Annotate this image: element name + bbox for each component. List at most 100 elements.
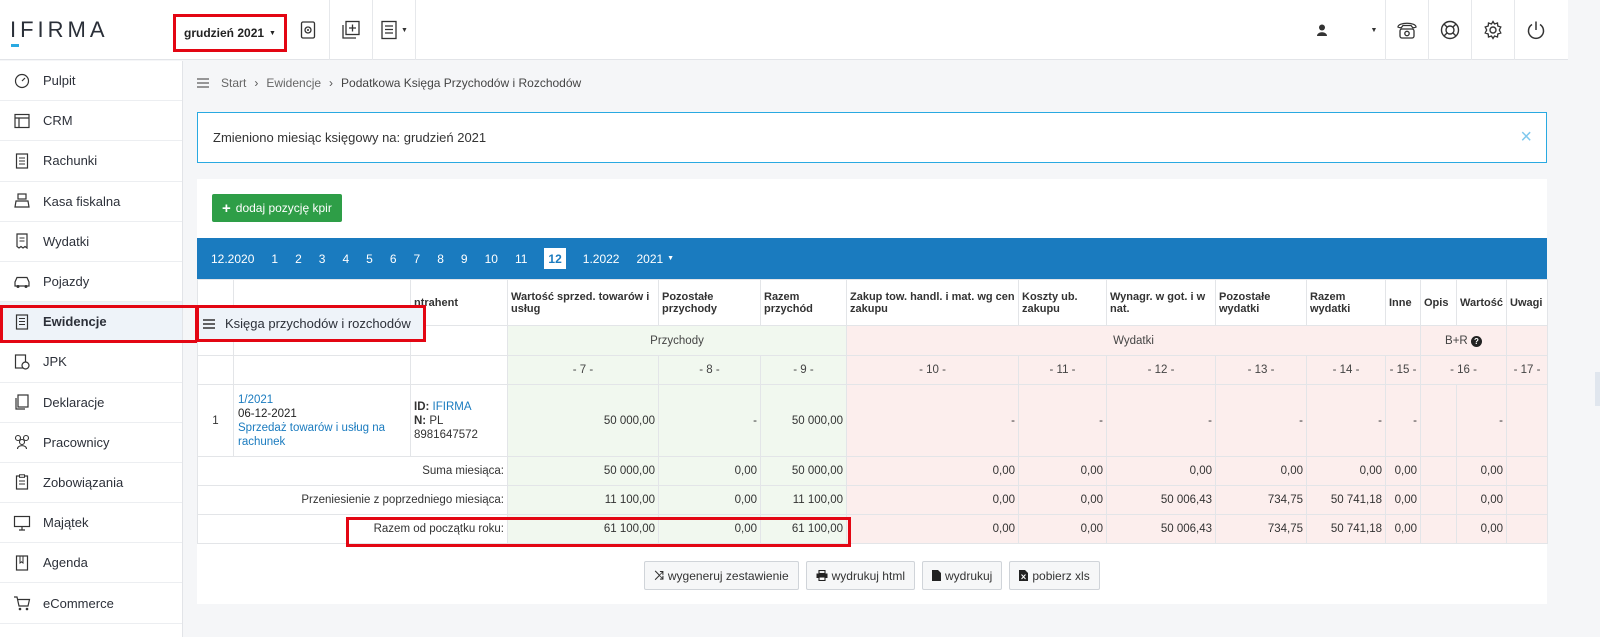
col-number-13: - 13 - bbox=[1215, 355, 1307, 385]
month-5[interactable]: 5 bbox=[366, 248, 373, 269]
row-id-value[interactable]: IFIRMA bbox=[433, 401, 472, 413]
year-selector[interactable]: 2021 ▼ bbox=[636, 248, 674, 269]
sum-c10: 0,00 bbox=[846, 456, 1019, 486]
breadcrumb-ewidencje[interactable]: Ewidencje bbox=[266, 76, 321, 90]
section-br-label: B+R bbox=[1445, 334, 1468, 347]
shuffle-icon: ⤨ bbox=[654, 568, 664, 582]
section-przychody: Przychody bbox=[507, 325, 847, 356]
sidebar-item-deklaracje[interactable]: Deklaracje bbox=[0, 383, 182, 423]
lifebuoy-icon bbox=[1440, 20, 1460, 40]
month-3[interactable]: 3 bbox=[319, 248, 326, 269]
breadcrumb: Start › Ewidencje › Podatkowa Księga Prz… bbox=[197, 76, 581, 90]
sidebar-item-pojazdy[interactable]: Pojazdy bbox=[0, 262, 182, 303]
sidebar-item-zobowiazania[interactable]: Zobowiązania bbox=[0, 463, 182, 504]
sidebar-item-ewidencje[interactable]: Ewidencje bbox=[0, 302, 198, 344]
user-menu[interactable]: ▼ bbox=[1310, 0, 1384, 60]
layout-icon bbox=[0, 113, 43, 129]
cart-icon bbox=[0, 595, 43, 611]
accounting-month-selector[interactable]: grudzień 2021 ▼ bbox=[173, 14, 287, 52]
row-description-link[interactable]: Sprzedaż towarów i usług na rachunek bbox=[238, 421, 407, 449]
row-c8: - bbox=[658, 384, 761, 457]
hamburger-menu-icon[interactable] bbox=[197, 78, 209, 88]
sum-c9: 11 100,00 bbox=[760, 485, 847, 515]
sum-c13: 734,75 bbox=[1215, 485, 1307, 515]
section-br: B+R ? bbox=[1420, 325, 1507, 356]
sum-c8: 0,00 bbox=[658, 456, 761, 486]
settlement-button[interactable] bbox=[287, 0, 330, 60]
page-scrollbar[interactable] bbox=[1595, 372, 1600, 406]
sum-c12: 50 006,43 bbox=[1106, 485, 1216, 515]
phone-button[interactable] bbox=[1385, 0, 1428, 60]
month-prev-year[interactable]: 12.2020 bbox=[211, 248, 254, 269]
sum-c7: 11 100,00 bbox=[507, 485, 659, 515]
kpir-panel: + dodaj pozycję kpir 12.2020 1 2 3 4 5 6… bbox=[197, 179, 1548, 604]
col-number-12: - 12 - bbox=[1106, 355, 1216, 385]
sidebar-item-crm[interactable]: CRM bbox=[0, 101, 182, 142]
sum-c14: 50 741,18 bbox=[1306, 485, 1386, 515]
month-4[interactable]: 4 bbox=[342, 248, 349, 269]
sidebar-item-label: Pulpit bbox=[43, 73, 76, 89]
table-row[interactable]: 1 1/2021 06-12-2021 Sprzedaż towarów i u… bbox=[197, 384, 1548, 457]
breadcrumb-start[interactable]: Start bbox=[221, 76, 246, 90]
month-8[interactable]: 8 bbox=[437, 248, 444, 269]
chevron-right-icon: › bbox=[254, 76, 259, 90]
col-number-11: - 11 - bbox=[1018, 355, 1107, 385]
sidebar-item-rachunki[interactable]: Rachunki bbox=[0, 141, 182, 182]
sidebar-item-jpk[interactable]: JPK bbox=[0, 342, 182, 383]
help-button[interactable] bbox=[1428, 0, 1471, 60]
month-6[interactable]: 6 bbox=[390, 248, 397, 269]
sidebar-item-pulpit[interactable]: Pulpit bbox=[0, 61, 182, 102]
sum-c15: 0,00 bbox=[1385, 456, 1421, 486]
file-icon bbox=[931, 570, 941, 581]
sum-c13: 734,75 bbox=[1215, 514, 1307, 544]
sidebar-item-majatek[interactable]: Majątek bbox=[0, 503, 182, 544]
sum-c16: 0,00 bbox=[1456, 514, 1507, 544]
people-icon bbox=[0, 434, 43, 450]
month-11[interactable]: 11 bbox=[515, 248, 527, 269]
sidebar-item-label: Zobowiązania bbox=[43, 474, 124, 490]
ifirma-logo[interactable]: IFIRMA bbox=[10, 17, 109, 47]
ewidencje-submenu-kpir[interactable]: Księga przychodów i rozchodów bbox=[196, 305, 426, 342]
month-2[interactable]: 2 bbox=[295, 248, 302, 269]
col-header-11: Koszty ub. zakupu bbox=[1018, 279, 1107, 326]
month-1[interactable]: 1 bbox=[271, 248, 278, 269]
row-id-label: ID: bbox=[414, 400, 430, 413]
col-header-12: Wynagr. w got. i w nat. bbox=[1106, 279, 1216, 326]
generate-summary-button[interactable]: ⤨ wygeneruj zestawienie bbox=[644, 561, 799, 590]
download-xls-button[interactable]: pobierz xls bbox=[1009, 561, 1100, 590]
settings-button[interactable] bbox=[1471, 0, 1514, 60]
calendar-book-icon bbox=[0, 555, 43, 571]
print-html-button[interactable]: wydrukuj html bbox=[805, 561, 915, 590]
sidebar-item-wydatki[interactable]: Wydatki bbox=[0, 222, 182, 262]
row-n-value: PL bbox=[429, 414, 444, 427]
sidebar-item-label: Pracownicy bbox=[43, 434, 110, 450]
sidebar-item-label: Pojazdy bbox=[43, 274, 90, 290]
close-icon[interactable]: × bbox=[1520, 127, 1532, 147]
print-button[interactable]: wydrukuj bbox=[921, 561, 1003, 590]
col-number-10: - 10 - bbox=[846, 355, 1019, 385]
col-number-7: - 7 - bbox=[507, 355, 659, 385]
sidebar-item-kasa-fiskalna[interactable]: Kasa fiskalna bbox=[0, 182, 182, 222]
add-document-button[interactable] bbox=[330, 0, 373, 60]
logout-button[interactable] bbox=[1514, 0, 1557, 60]
month-7[interactable]: 7 bbox=[414, 248, 421, 269]
cash-register-icon bbox=[0, 193, 43, 209]
reports-menu-button[interactable]: ▼ bbox=[373, 0, 416, 60]
month-12-active[interactable]: 12 bbox=[544, 248, 566, 269]
sidebar-item-label: Agenda bbox=[43, 555, 88, 571]
col-header-9: Razem przychód bbox=[760, 279, 847, 326]
month-9[interactable]: 9 bbox=[461, 248, 468, 269]
clipboard-icon bbox=[0, 474, 43, 491]
sum-label: Przeniesienie z poprzedniego miesiąca: bbox=[197, 485, 508, 515]
sidebar-item-pracownicy[interactable]: Pracownicy bbox=[0, 423, 182, 463]
month-next-year[interactable]: 1.2022 bbox=[583, 248, 620, 269]
sidebar-item-agenda[interactable]: Agenda bbox=[0, 543, 182, 584]
alert-message: Zmieniono miesiąc księgowy na: grudzień … bbox=[213, 130, 487, 145]
month-10[interactable]: 10 bbox=[485, 248, 498, 269]
row-doc-number-link[interactable]: 1/2021 bbox=[238, 393, 407, 407]
row-c9: 50 000,00 bbox=[760, 384, 847, 457]
add-kpir-entry-button[interactable]: + dodaj pozycję kpir bbox=[212, 194, 342, 222]
question-circle-icon[interactable]: ? bbox=[1470, 335, 1482, 347]
sidebar-item-ecommerce[interactable]: eCommerce bbox=[0, 583, 182, 624]
hamburger-menu-icon bbox=[203, 318, 215, 329]
